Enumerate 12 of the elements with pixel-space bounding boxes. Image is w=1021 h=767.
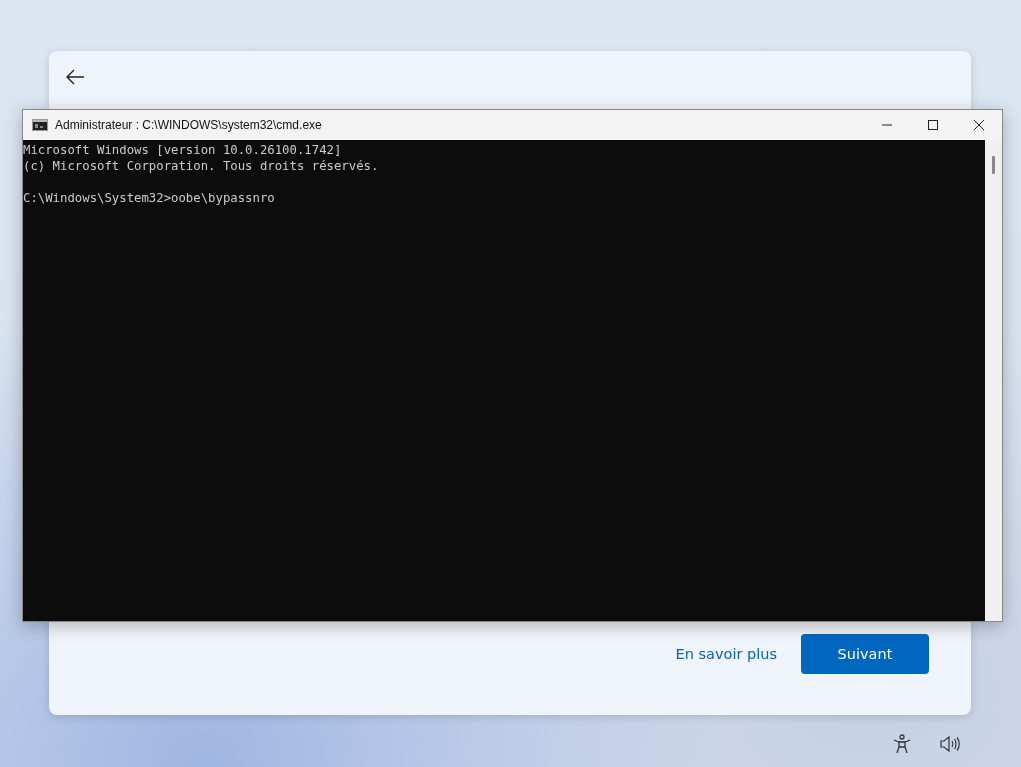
terminal-icon: [32, 119, 48, 131]
scrollbar[interactable]: [985, 140, 1002, 621]
console-line: (c) Microsoft Corporation. Tous droits réservés.: [23, 158, 380, 174]
accessibility-icon[interactable]: [893, 734, 911, 754]
next-button[interactable]: Suivant: [801, 634, 929, 674]
back-arrow-icon[interactable]: [65, 69, 85, 85]
scrollbar-thumb[interactable]: [992, 156, 995, 174]
learn-more-link[interactable]: En savoir plus: [675, 646, 777, 662]
command-line: C:\Windows\System32>oobe\bypassnro: [23, 190, 276, 206]
console-line: Microsoft Windows [version 10.0.26100.1742]: [23, 142, 343, 158]
window-title: Administrateur : C:\WINDOWS\system32\cmd.exe: [55, 118, 323, 132]
speaker-icon[interactable]: [940, 736, 960, 752]
